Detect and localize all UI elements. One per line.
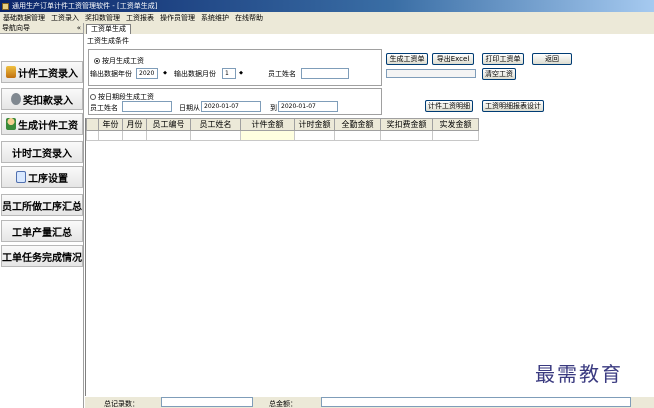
records-label: 总记录数： <box>104 400 139 408</box>
export-excel-button[interactable]: 导出Excel <box>432 53 474 65</box>
year-label: 输出数据年份 <box>90 70 132 78</box>
piece-detail-button[interactable]: 计件工资明细 <box>425 100 473 112</box>
employee-name-label: 员工姓名 <box>268 70 296 78</box>
menu-wage-reports[interactable]: 工资报表 <box>123 13 157 23</box>
bar-chart-icon <box>6 66 16 78</box>
print-wage-button[interactable]: 打印工资单 <box>482 53 524 65</box>
sidebar-title: 导航向导 <box>2 24 30 32</box>
radio-unselected-icon <box>90 94 96 100</box>
table-cell[interactable] <box>98 130 123 141</box>
tab-wage-generation[interactable]: 工资单生成 <box>86 24 131 34</box>
person-icon <box>6 118 16 130</box>
monthly-radio-label: 按月生成工资 <box>102 57 144 65</box>
sidebar-item-piece-wage-entry[interactable]: 计件工资录入 <box>1 61 83 83</box>
sidebar-item-bonus-entry[interactable]: 奖扣款录入 <box>1 88 83 110</box>
menu-bonus-deduction[interactable]: 奖扣数管理 <box>82 13 123 23</box>
sidebar-item-order-task-completion[interactable]: 工单任务完成情况 <box>1 245 83 267</box>
row-indicator-header <box>86 118 99 131</box>
date-from-label: 日期从 <box>179 104 200 112</box>
navigation-sidebar: 导航向导 « 计件工资录入 奖扣款录入 生成计件工资 计时工资录入 工序设置 员… <box>0 23 84 408</box>
date-to-field[interactable]: 2020-01-07 <box>278 101 338 112</box>
table-row[interactable] <box>86 130 479 141</box>
column-header[interactable]: 员工编号 <box>146 118 191 131</box>
column-header[interactable]: 计件金额 <box>240 118 295 131</box>
column-header[interactable]: 员工姓名 <box>190 118 241 131</box>
column-header[interactable]: 奖扣费金额 <box>380 118 433 131</box>
date-from-field[interactable]: 2020-01-07 <box>201 101 261 112</box>
progress-bar <box>386 69 476 78</box>
gear-icon <box>11 93 21 105</box>
menu-basic-data[interactable]: 基础数据管理 <box>0 13 48 23</box>
year-field[interactable]: 2020 <box>136 68 158 79</box>
month-spinner-icon[interactable]: ◆ <box>238 69 244 78</box>
records-field <box>161 397 253 407</box>
column-header[interactable]: 全勤金额 <box>334 118 381 131</box>
month-label: 输出数据月份 <box>174 70 216 78</box>
month-field[interactable]: 1 <box>222 68 236 79</box>
sidebar-item-label: 生成计件工资 <box>18 120 78 132</box>
employee-name-field[interactable] <box>301 68 349 79</box>
report-design-button[interactable]: 工资明细报表设计 <box>482 100 544 112</box>
menu-help[interactable]: 在线帮助 <box>232 13 266 23</box>
row-indicator <box>86 130 99 141</box>
sidebar-item-label: 计时工资录入 <box>12 148 72 160</box>
radio-selected-icon <box>94 58 100 64</box>
generate-wage-button[interactable]: 生成工资单 <box>386 53 428 65</box>
table-cell[interactable] <box>294 130 335 141</box>
sidebar-item-label: 工单任务完成情况 <box>2 252 82 264</box>
menu-operator[interactable]: 操作员管理 <box>157 13 198 23</box>
clear-wage-button[interactable]: 清空工资 <box>482 68 516 80</box>
column-header[interactable]: 计时金额 <box>294 118 335 131</box>
column-header[interactable]: 实发金额 <box>432 118 479 131</box>
table-cell[interactable] <box>334 130 381 141</box>
sidebar-item-employee-process-summary[interactable]: 员工所做工序汇总 <box>1 194 83 216</box>
wage-table: 年份 月份 员工编号 员工姓名 计件金额 计时金额 全勤金额 奖扣费金额 实发金… <box>86 118 479 141</box>
date-range-radio-label: 按日期段生成工资 <box>98 93 154 101</box>
table-cell[interactable] <box>380 130 433 141</box>
date-employee-field[interactable] <box>122 101 172 112</box>
monthly-radio[interactable]: 按月生成工资 <box>94 56 144 66</box>
sidebar-item-time-wage-entry[interactable]: 计时工资录入 <box>1 141 83 163</box>
tab-strip: 工资单生成 <box>84 23 654 34</box>
watermark-text: 最需教育 <box>535 362 623 386</box>
column-header[interactable]: 月份 <box>122 118 147 131</box>
sidebar-item-generate-wage[interactable]: 生成计件工资 <box>1 113 83 135</box>
sidebar-item-label: 奖扣款录入 <box>23 95 73 107</box>
table-cell[interactable] <box>432 130 479 141</box>
table-cell[interactable] <box>146 130 191 141</box>
year-spinner-icon[interactable]: ◆ <box>162 69 168 78</box>
date-to-label: 到 <box>270 104 277 112</box>
status-bar: 总记录数： 总金额： <box>85 397 654 408</box>
sidebar-item-order-output-summary[interactable]: 工单产量汇总 <box>1 220 83 242</box>
wage-grid[interactable]: 年份 月份 员工编号 员工姓名 计件金额 计时金额 全勤金额 奖扣费金额 实发金… <box>85 118 654 396</box>
menu-wage-entry[interactable]: 工资录入 <box>48 13 82 23</box>
sidebar-item-label: 员工所做工序汇总 <box>2 201 82 213</box>
document-icon <box>16 171 26 183</box>
table-cell[interactable] <box>240 130 295 141</box>
column-header[interactable]: 年份 <box>98 118 123 131</box>
grid-header-row: 年份 月份 员工编号 员工姓名 计件金额 计时金额 全勤金额 奖扣费金额 实发金… <box>86 118 479 131</box>
sidebar-item-label: 计件工资录入 <box>18 68 78 80</box>
menu-bar: 基础数据管理 工资录入 奖扣数管理 工资报表 操作员管理 系统维护 在线帮助 <box>0 12 654 23</box>
conditions-group-title: 工资生成条件 <box>87 37 129 45</box>
date-employee-label: 员工姓名 <box>90 104 118 112</box>
sidebar-item-label: 工单产量汇总 <box>12 227 72 239</box>
app-icon <box>2 2 9 10</box>
sidebar-item-process-settings[interactable]: 工序设置 <box>1 166 83 188</box>
collapse-icon[interactable]: « <box>77 24 81 32</box>
sidebar-header: 导航向导 « <box>0 23 83 34</box>
back-button[interactable]: 返回 <box>532 53 572 65</box>
window-title: 通用生产订单计件工资管理软件 - [工资单生成] <box>12 2 158 10</box>
menu-system[interactable]: 系统维护 <box>198 13 232 23</box>
amount-label: 总金额： <box>269 400 297 408</box>
table-cell[interactable] <box>122 130 147 141</box>
sidebar-item-label: 工序设置 <box>28 173 68 185</box>
title-bar: 通用生产订单计件工资管理软件 - [工资单生成] <box>0 0 654 12</box>
table-cell[interactable] <box>190 130 241 141</box>
amount-field <box>321 397 631 407</box>
